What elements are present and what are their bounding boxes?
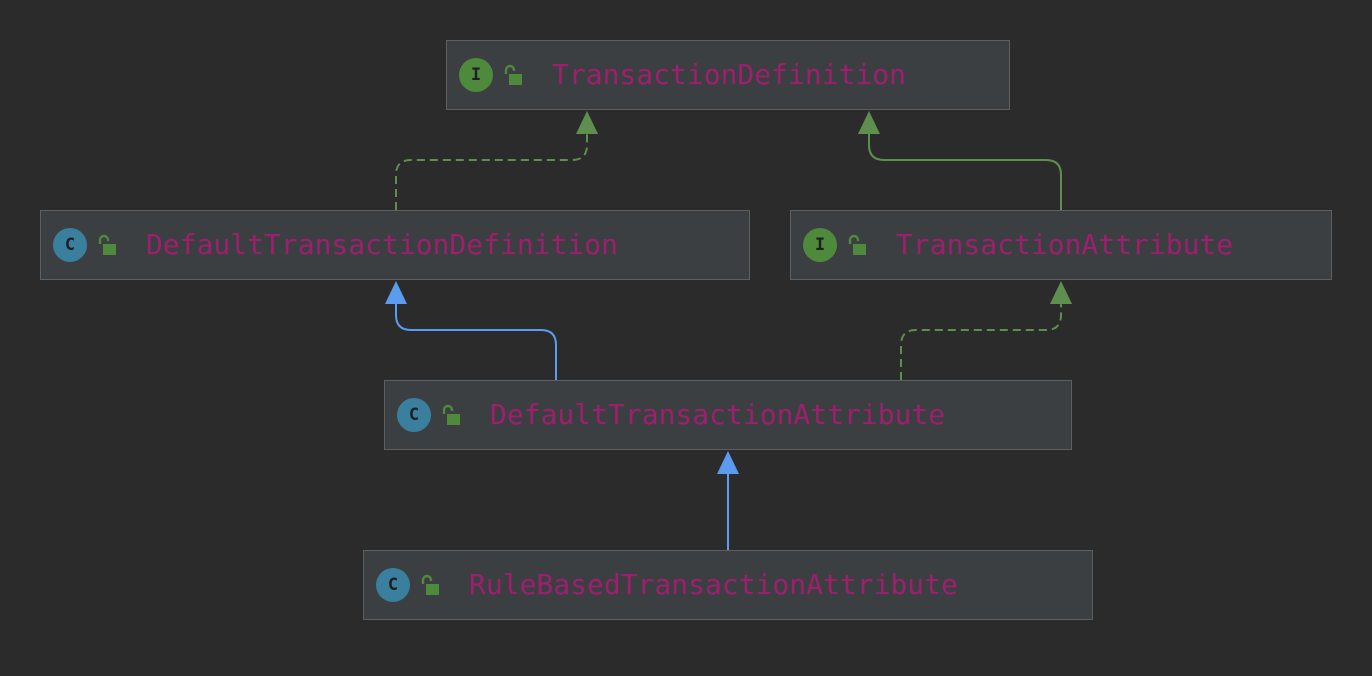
edge-default-transaction-definition-implements-transaction-definition: [395, 134, 588, 210]
node-name: RuleBasedTransactionAttribute: [469, 568, 958, 601]
edge-arrowhead: [576, 111, 598, 134]
class-icon: C: [397, 398, 431, 432]
edge-default-transaction-attribute-implements-transaction-attribute: [900, 304, 1062, 380]
edge-arrowhead: [385, 281, 407, 304]
public-lock-icon: [848, 234, 866, 255]
edge-arrowhead: [717, 451, 739, 474]
node-transaction-definition[interactable]: I TransactionDefinition: [446, 40, 1010, 110]
node-transaction-attribute[interactable]: I TransactionAttribute: [790, 210, 1332, 280]
edge-arrowhead: [1050, 281, 1072, 304]
class-icon: C: [53, 228, 87, 262]
public-lock-icon: [504, 64, 522, 85]
public-lock-icon: [98, 234, 116, 255]
node-name: TransactionDefinition: [552, 58, 907, 91]
node-name: DefaultTransactionAttribute: [490, 398, 946, 431]
node-rule-based-transaction-attribute[interactable]: C RuleBasedTransactionAttribute: [363, 550, 1093, 620]
public-lock-icon: [442, 404, 460, 425]
edge-default-transaction-attribute-extends-default-transaction-definition: [395, 304, 557, 380]
class-icon: C: [376, 568, 410, 602]
node-name: TransactionAttribute: [896, 228, 1234, 261]
node-default-transaction-attribute[interactable]: C DefaultTransactionAttribute: [384, 380, 1072, 450]
edge-transaction-attribute-extends-transaction-definition: [868, 134, 1062, 210]
node-default-transaction-definition[interactable]: C DefaultTransactionDefinition: [40, 210, 750, 280]
edge-arrowhead: [858, 111, 880, 134]
public-lock-icon: [421, 574, 439, 595]
interface-icon: I: [459, 58, 493, 92]
class-hierarchy-diagram: I TransactionDefinition C DefaultTransac…: [0, 0, 1372, 676]
node-name: DefaultTransactionDefinition: [146, 228, 619, 261]
interface-icon: I: [803, 228, 837, 262]
